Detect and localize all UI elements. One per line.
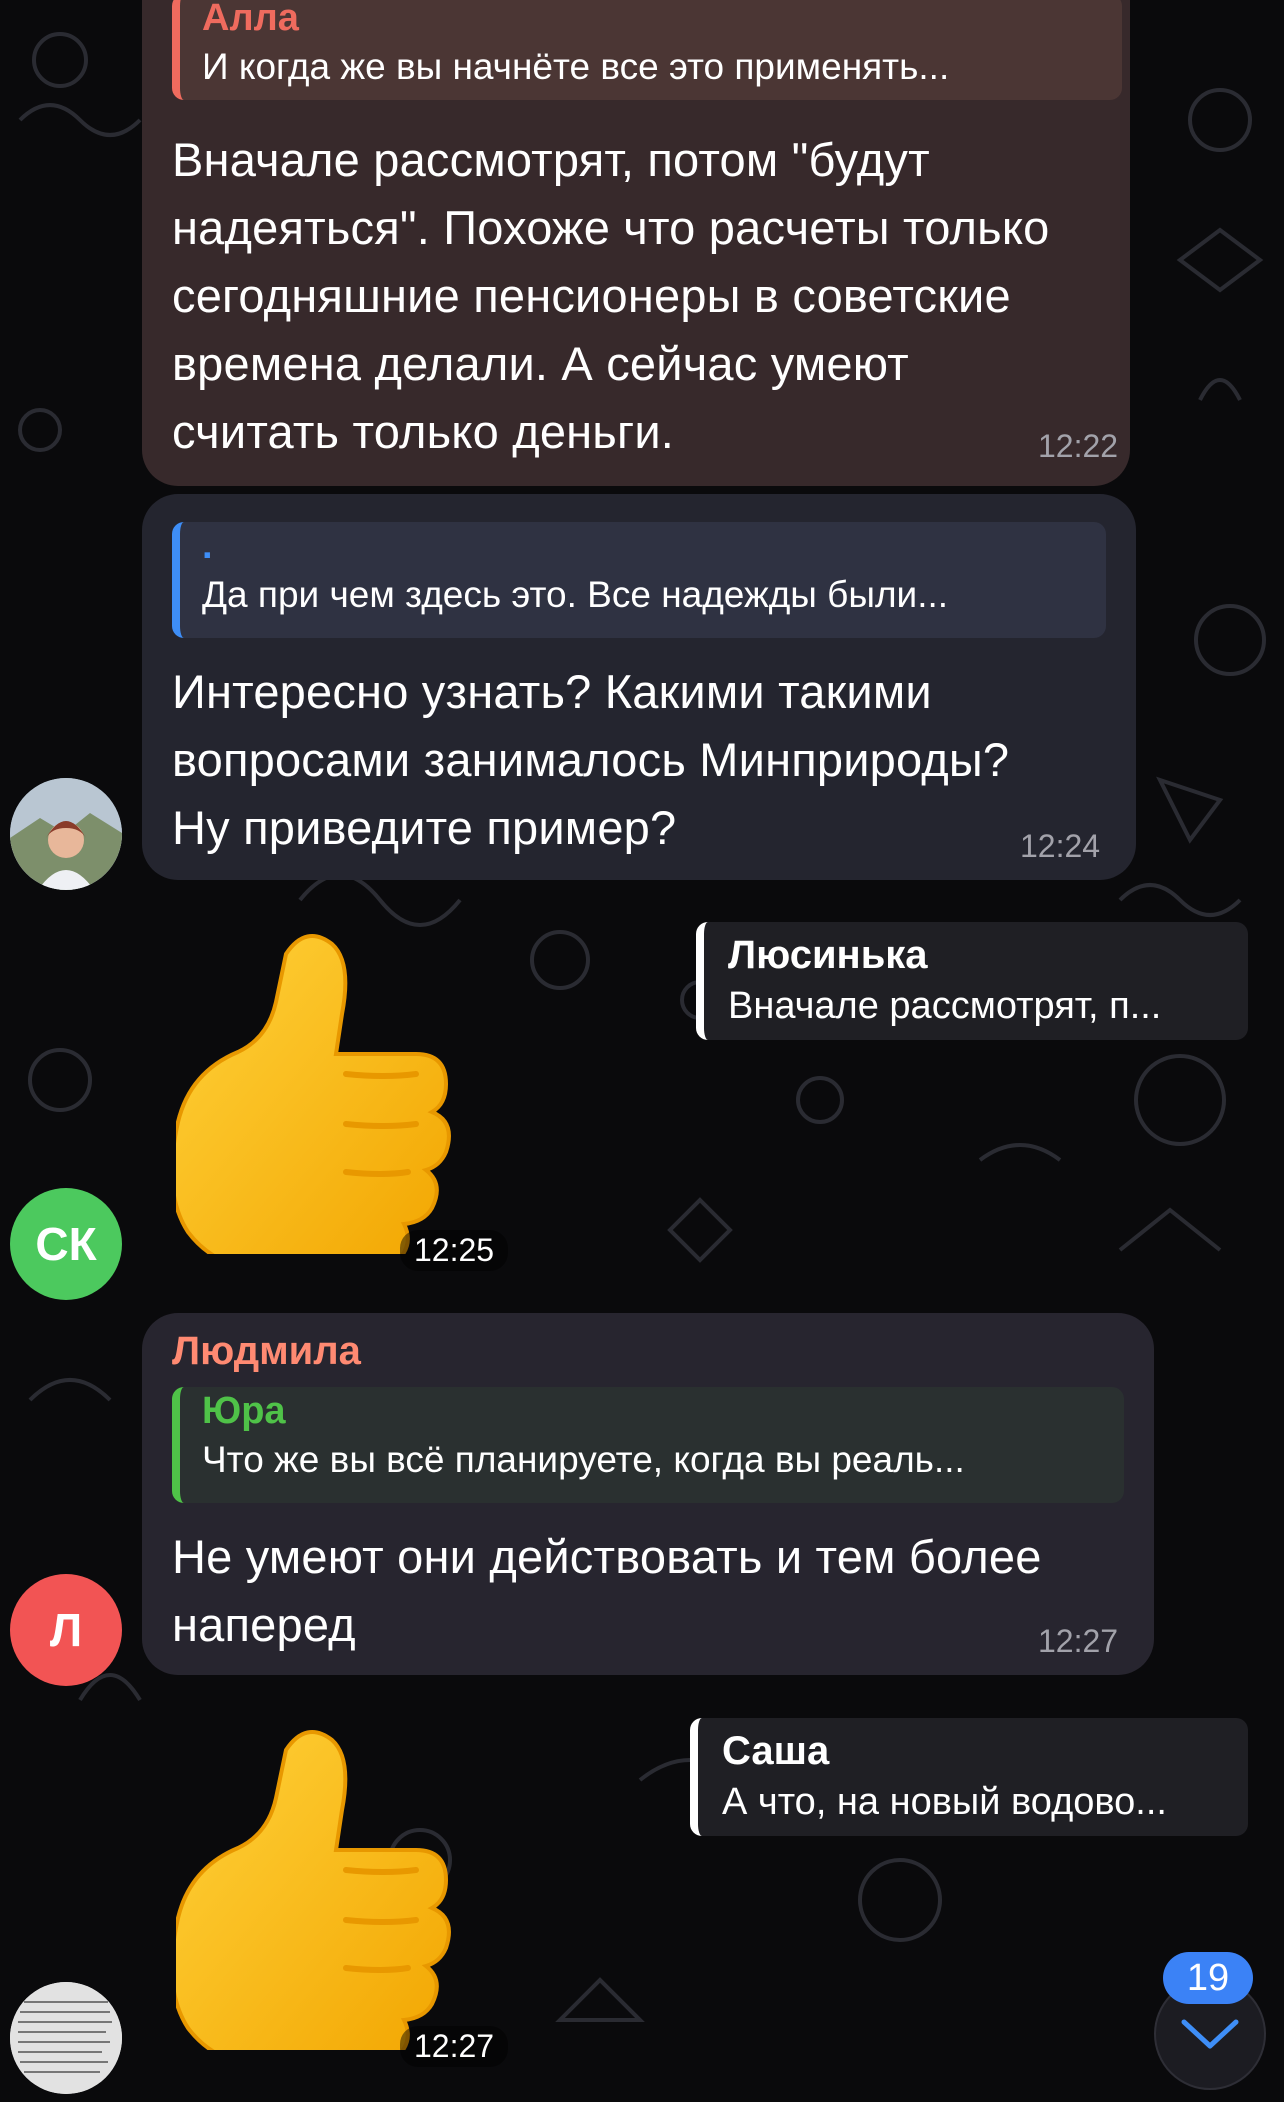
sender-name[interactable]: Людмила (172, 1329, 361, 1374)
thumbs-up-icon[interactable] (176, 1720, 496, 2050)
reply-preview[interactable]: Люсинька Вначале рассмотрят, п... (696, 922, 1248, 1040)
avatar-photo (10, 778, 122, 890)
reply-preview[interactable]: Саша А что, на новый водово... (690, 1718, 1248, 1836)
reply-preview[interactable]: Алла И когда же вы начнёте все это приме… (172, 0, 1122, 100)
message-text: Вначале рассмотрят, потом "будут надеять… (172, 133, 1050, 458)
avatar-initials: СК (35, 1218, 97, 1270)
reply-author: Саша (722, 1729, 830, 1773)
reply-text: Да при чем здесь это. Все надежды были..… (202, 574, 949, 615)
message-text: Интересно узнать? Какими такими вопросам… (172, 665, 1010, 854)
message-time: 12:22 (1038, 428, 1119, 464)
unread-badge: 19 (1163, 1952, 1253, 2004)
reply-text: Вначале рассмотрят, п... (728, 985, 1162, 1027)
avatar[interactable] (10, 778, 122, 890)
avatar-initials: Л (49, 1604, 83, 1656)
message-bubble[interactable]: Алла И когда же вы начнёте все это приме… (142, 0, 1130, 486)
message-time: 12:24 (1020, 828, 1101, 864)
message-text: Не умеют они действовать и тем более нап… (172, 1530, 1042, 1651)
avatar[interactable]: Л (10, 1574, 122, 1686)
reply-author: Юра (202, 1390, 286, 1432)
reply-preview[interactable]: . Да при чем здесь это. Все надежды были… (172, 522, 1106, 638)
chevron-down-icon (1181, 2019, 1239, 2049)
reply-text: Что же вы всё планируете, когда вы реаль… (202, 1439, 965, 1480)
reply-author: Люсинька (728, 933, 928, 977)
reply-author: Алла (202, 0, 299, 39)
avatar[interactable]: СК (10, 1188, 122, 1300)
sticker-time: 12:25 (400, 1230, 509, 1271)
reply-preview[interactable]: Юра Что же вы всё планируете, когда вы р… (172, 1387, 1124, 1503)
thumbs-up-icon[interactable] (176, 924, 496, 1254)
sticker-time: 12:27 (400, 2026, 509, 2067)
reply-author: . (202, 525, 213, 567)
avatar[interactable] (10, 1982, 122, 2094)
reply-text: И когда же вы начнёте все это применять.… (202, 46, 950, 87)
reply-text: А что, на новый водово... (722, 1781, 1167, 1823)
avatar-photo (10, 1982, 122, 2094)
message-bubble[interactable]: Людмила Юра Что же вы всё планируете, ко… (142, 1313, 1154, 1675)
message-bubble[interactable]: . Да при чем здесь это. Все надежды были… (142, 494, 1136, 880)
message-time: 12:27 (1038, 1623, 1119, 1659)
